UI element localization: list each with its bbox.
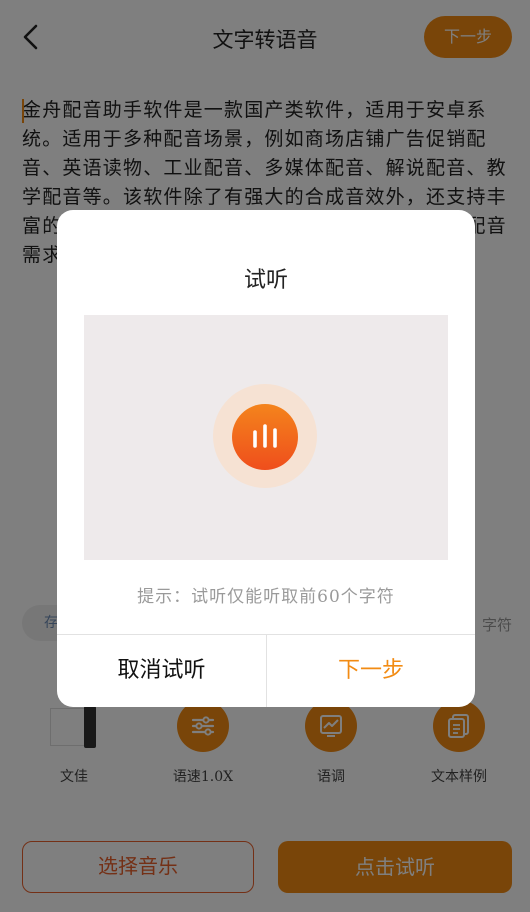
preview-dialog: 试听 提示：试听仅能听取前60个字符 取消试听 下一步: [57, 210, 475, 707]
cancel-preview-button[interactable]: 取消试听: [57, 635, 266, 707]
audio-preview-area: [84, 315, 448, 560]
preview-hint: 提示：试听仅能听取前60个字符: [137, 587, 395, 607]
dialog-next-button[interactable]: 下一步: [267, 635, 475, 707]
audio-wave-icon[interactable]: [232, 404, 298, 470]
dialog-title: 试听: [243, 268, 288, 293]
